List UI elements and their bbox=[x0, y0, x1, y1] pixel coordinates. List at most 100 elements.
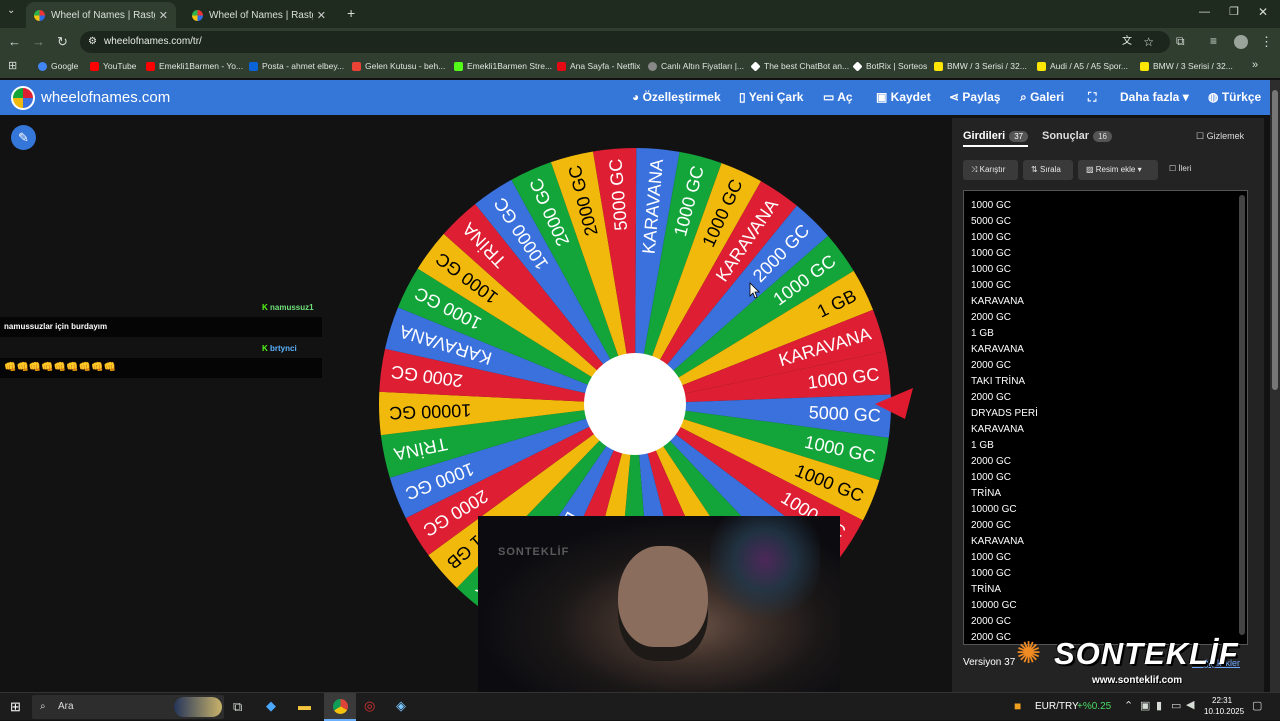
back-icon[interactable]: ← bbox=[8, 34, 21, 49]
new-tab-icon[interactable]: + bbox=[347, 5, 355, 21]
entry-line[interactable]: 1000 GC bbox=[964, 262, 1247, 278]
entry-line[interactable]: 1000 GC bbox=[964, 566, 1247, 582]
entry-line[interactable]: 1000 GC bbox=[964, 278, 1247, 294]
page-scrollbar-thumb[interactable] bbox=[1272, 90, 1278, 390]
bookmark-star-icon[interactable]: ☆ bbox=[1143, 31, 1154, 53]
bookmark-item[interactable]: Posta - ahmet elbey... bbox=[249, 61, 344, 71]
translate-icon[interactable]: 文 bbox=[1122, 31, 1132, 53]
more-bookmarks-icon[interactable]: » bbox=[1252, 59, 1258, 71]
windows-start-icon[interactable]: ⊞ bbox=[10, 699, 21, 715]
app-icon[interactable]: ◎ bbox=[364, 698, 375, 714]
entry-line[interactable]: 2000 GC bbox=[964, 614, 1247, 630]
page-scrollbar[interactable] bbox=[1270, 80, 1280, 692]
file-explorer-icon[interactable]: ▬ bbox=[298, 698, 311, 713]
entry-line[interactable]: KARAVANA bbox=[964, 294, 1247, 310]
volume-icon[interactable]: ◀ bbox=[1186, 698, 1194, 711]
tray-app-icon[interactable]: ▣ bbox=[1140, 699, 1150, 712]
bookmark-item[interactable]: Audi / A5 / A5 Spor... bbox=[1037, 61, 1128, 71]
restore-window-icon[interactable]: ❐ bbox=[1229, 5, 1239, 18]
clock-time[interactable]: 22:31 bbox=[1212, 696, 1232, 705]
bookmark-item[interactable]: Google bbox=[38, 61, 78, 71]
entry-line[interactable]: TRİNA bbox=[964, 582, 1247, 598]
shuffle-button[interactable]: ⤨ Karıştır bbox=[963, 160, 1018, 180]
entry-line[interactable]: 1000 GC bbox=[964, 550, 1247, 566]
tab-entries[interactable]: Girdileri 37 bbox=[963, 130, 1029, 147]
extensions-icon[interactable]: ⧉ bbox=[1176, 34, 1185, 49]
bookmark-item[interactable]: The best ChatBot an... bbox=[750, 60, 849, 72]
entry-line[interactable]: 2000 GC bbox=[964, 454, 1247, 470]
nav-customize[interactable]: ◕ Özelleştirmek bbox=[632, 90, 721, 104]
wheel-center-button[interactable] bbox=[584, 353, 686, 455]
browser-menu-icon[interactable]: ⋮ bbox=[1260, 34, 1273, 50]
bookmark-item[interactable]: BotRix | Sorteos bbox=[852, 60, 927, 72]
entry-line[interactable]: KARAVANA bbox=[964, 342, 1247, 358]
close-tab-icon[interactable]: ✕ bbox=[317, 9, 326, 22]
entries-scrollbar[interactable] bbox=[1239, 195, 1245, 635]
apps-grid-icon[interactable]: ⊞ bbox=[8, 59, 17, 72]
bookmark-item[interactable]: YouTube bbox=[90, 61, 136, 71]
nav-share[interactable]: ⋖ Paylaş bbox=[949, 90, 1000, 104]
bookmark-item[interactable]: Gelen Kutusu - beh... bbox=[352, 61, 445, 71]
app-icon[interactable]: ◆ bbox=[266, 698, 276, 714]
entry-line[interactable]: 10000 GC bbox=[964, 502, 1247, 518]
fullscreen-icon[interactable]: ⛶ bbox=[1088, 90, 1096, 105]
tab-search-icon[interactable]: ⌄ bbox=[7, 5, 15, 16]
media-icon[interactable]: ≡ bbox=[1210, 34, 1217, 48]
clock-date[interactable]: 10.10.2025 bbox=[1204, 707, 1244, 716]
browser-tab[interactable]: Wheel of Names | Rastgele ad ✕ bbox=[184, 2, 334, 28]
advanced-checkbox[interactable]: ☐ İleri bbox=[1169, 164, 1191, 173]
ticker-label[interactable]: EUR/TRY bbox=[1035, 701, 1079, 712]
entry-line[interactable]: TRİNA bbox=[964, 486, 1247, 502]
browser-tab[interactable]: Wheel of Names | Rastgele ad ✕ bbox=[26, 2, 176, 28]
chrome-icon[interactable] bbox=[324, 693, 356, 721]
bookmark-item[interactable]: Emekli1Barmen - Yo... bbox=[146, 61, 243, 71]
nav-gallery[interactable]: ⌕ Galeri bbox=[1020, 90, 1064, 105]
nav-new-wheel[interactable]: ▯ Yeni Çark bbox=[739, 90, 803, 104]
entry-line[interactable]: 1000 GC bbox=[964, 198, 1247, 214]
task-view-icon[interactable]: ⧉ bbox=[233, 699, 242, 715]
notification-icon[interactable]: ▢ bbox=[1252, 699, 1262, 712]
reload-icon[interactable]: ↻ bbox=[57, 34, 68, 50]
bookmark-item[interactable]: BMW / 3 Serisi / 32... bbox=[934, 61, 1027, 71]
bookmark-item[interactable]: Emekli1Barmen Stre... bbox=[454, 61, 552, 71]
entry-line[interactable]: 2000 GC bbox=[964, 358, 1247, 374]
entry-line[interactable]: 5000 GC bbox=[964, 214, 1247, 230]
entry-line[interactable]: TAKI TRİNA bbox=[964, 374, 1247, 390]
microphone-icon[interactable]: ▮ bbox=[1156, 699, 1162, 712]
entry-line[interactable]: 1 GB bbox=[964, 326, 1247, 342]
entry-line[interactable]: KARAVANA bbox=[964, 534, 1247, 550]
nav-language[interactable]: ◍ Türkçe bbox=[1208, 90, 1261, 104]
entry-line[interactable]: 1000 GC bbox=[964, 230, 1247, 246]
nav-more[interactable]: Daha fazla ▾ bbox=[1120, 90, 1189, 104]
entry-line[interactable]: 10000 GC bbox=[964, 598, 1247, 614]
taskbar-search[interactable]: ⌕ Ara bbox=[32, 695, 224, 719]
forward-icon[interactable]: → bbox=[32, 34, 45, 49]
entry-line[interactable]: 1000 GC bbox=[964, 470, 1247, 486]
entry-line[interactable]: 1 GB bbox=[964, 438, 1247, 454]
address-bar[interactable]: ⚙ wheelofnames.com/tr/ 文 ☆ bbox=[80, 31, 1170, 53]
nav-save[interactable]: ▣ Kaydet bbox=[876, 90, 931, 104]
close-tab-icon[interactable]: ✕ bbox=[159, 9, 168, 22]
entry-line[interactable]: KARAVANA bbox=[964, 422, 1247, 438]
app-icon[interactable]: ◈ bbox=[396, 698, 406, 714]
entries-textarea[interactable]: 1000 GC 5000 GC 1000 GC 1000 GC 1000 GC 1000 … bbox=[963, 190, 1248, 645]
entry-line[interactable]: 2000 GC bbox=[964, 518, 1247, 534]
entry-line[interactable]: DRYADS PERİ bbox=[964, 406, 1247, 422]
bookmark-item[interactable]: Canlı Altın Fiyatları |... bbox=[648, 61, 744, 71]
add-image-button[interactable]: ▨ Resim ekle ▾ bbox=[1078, 160, 1158, 180]
nav-open[interactable]: ▭ Aç bbox=[823, 90, 853, 104]
entry-line[interactable]: 1000 GC bbox=[964, 246, 1247, 262]
profile-avatar[interactable] bbox=[1234, 35, 1248, 49]
entry-line[interactable]: 2000 GC bbox=[964, 390, 1247, 406]
bookmark-item[interactable]: Ana Sayfa - Netflix bbox=[557, 61, 640, 71]
site-info-icon[interactable]: ⚙ bbox=[88, 31, 97, 53]
hide-checkbox[interactable]: ☐ Gizlemek bbox=[1196, 131, 1244, 142]
close-window-icon[interactable]: ✕ bbox=[1258, 5, 1268, 19]
brand-name[interactable]: wheelofnames.com bbox=[41, 89, 170, 106]
network-icon[interactable]: ▭ bbox=[1171, 699, 1181, 712]
tab-results[interactable]: Sonuçlar 16 bbox=[1042, 130, 1112, 142]
minimize-window-icon[interactable]: — bbox=[1199, 6, 1210, 18]
sort-button[interactable]: ⇅ Sırala bbox=[1023, 160, 1073, 180]
tray-chevron-up-icon[interactable]: ⌃ bbox=[1124, 699, 1133, 712]
bookmark-item[interactable]: BMW / 3 Serisi / 32... bbox=[1140, 61, 1233, 71]
